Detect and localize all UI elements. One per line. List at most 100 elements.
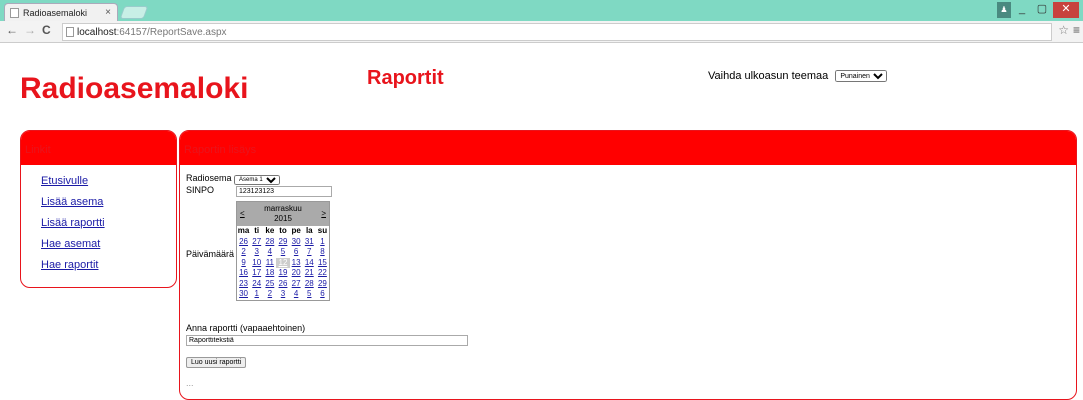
calendar-day[interactable]: 23 bbox=[237, 279, 250, 290]
calendar-day[interactable]: 1 bbox=[316, 237, 329, 248]
sinpo-input[interactable] bbox=[236, 186, 332, 197]
calendar-day[interactable]: 26 bbox=[276, 279, 289, 290]
browser-toolbar: ← → C localhost:64157/ReportSave.aspx ☆ … bbox=[0, 21, 1083, 43]
maximize-button[interactable]: ▢ bbox=[1033, 2, 1051, 18]
calendar-day[interactable]: 29 bbox=[276, 237, 289, 248]
calendar-day[interactable]: 13 bbox=[290, 258, 303, 269]
calendar-day[interactable]: 10 bbox=[250, 258, 263, 269]
calendar-day-name: ma bbox=[237, 226, 250, 235]
create-report-button[interactable]: Luo uusi raportti bbox=[186, 357, 247, 368]
tab-close-icon[interactable]: × bbox=[105, 7, 111, 18]
calendar-day[interactable]: 21 bbox=[303, 268, 316, 279]
calendar-day[interactable]: 8 bbox=[316, 247, 329, 258]
form-footer: ... bbox=[186, 378, 194, 388]
calendar-day[interactable]: 3 bbox=[250, 247, 263, 258]
calendar-day[interactable]: 17 bbox=[250, 268, 263, 279]
calendar-day[interactable]: 28 bbox=[263, 237, 276, 248]
calendar-day[interactable]: 30 bbox=[237, 289, 250, 300]
calendar-day[interactable]: 2 bbox=[237, 247, 250, 258]
calendar-day[interactable]: 6 bbox=[290, 247, 303, 258]
minimize-button[interactable]: _ bbox=[1013, 2, 1031, 18]
calendar-day[interactable]: 26 bbox=[237, 237, 250, 248]
theme-label: Vaihda ulkoasun teemaa bbox=[708, 70, 829, 82]
browser-tab[interactable]: Radioasemaloki × bbox=[4, 3, 118, 21]
calendar-day[interactable]: 5 bbox=[303, 289, 316, 300]
report-form-panel: Raportin lisäys Radiosema Asema 1 SINPO … bbox=[179, 130, 1077, 400]
calendar-day-name: la bbox=[305, 226, 313, 235]
calendar-day[interactable]: 11 bbox=[263, 258, 276, 269]
calendar-day[interactable]: 24 bbox=[250, 279, 263, 290]
calendar-day[interactable]: 5 bbox=[276, 247, 289, 258]
calendar-day[interactable]: 3 bbox=[276, 289, 289, 300]
tab-title: Radioasemaloki bbox=[23, 8, 88, 18]
report-row bbox=[186, 334, 468, 346]
calendar-day-name: ke bbox=[265, 226, 275, 235]
calendar-year: 2015 bbox=[274, 214, 292, 223]
calendar-grid: ma ti ke to pe la su 26 27 28 29 30 31 1 2 3 4 5 6 7 8 9 10 11 1… bbox=[237, 226, 329, 300]
browser-menu-icon[interactable]: ≡ bbox=[1073, 23, 1080, 37]
calendar-day[interactable]: 9 bbox=[237, 258, 250, 269]
calendar-day[interactable]: 4 bbox=[263, 247, 276, 258]
calendar-day[interactable]: 28 bbox=[303, 279, 316, 290]
calendar-day[interactable]: 16 bbox=[237, 268, 250, 279]
sinpo-label: SINPO bbox=[186, 185, 215, 195]
link-hae-raportit[interactable]: Hae raportit bbox=[41, 259, 98, 271]
calendar-day[interactable]: 29 bbox=[316, 279, 329, 290]
theme-switcher: Vaihda ulkoasun teemaa Punainen bbox=[708, 70, 888, 83]
calendar-day[interactable]: 15 bbox=[316, 258, 329, 269]
sinpo-row: SINPO bbox=[186, 185, 332, 197]
user-profile-icon[interactable]: ♟ bbox=[997, 2, 1011, 18]
calendar-prev-link[interactable]: < bbox=[240, 209, 245, 219]
calendar-day[interactable]: 12 bbox=[276, 257, 290, 268]
calendar-day[interactable]: 18 bbox=[263, 268, 276, 279]
calendar-day[interactable]: 6 bbox=[316, 289, 329, 300]
address-bar[interactable]: localhost:64157/ReportSave.aspx bbox=[62, 23, 1052, 41]
forward-arrow-icon[interactable]: → bbox=[24, 23, 36, 37]
link-lisaa-asema[interactable]: Lisää asema bbox=[41, 196, 103, 208]
links-panel: Linkit Etusivulle Lisää asema Lisää rapo… bbox=[20, 130, 177, 288]
calendar-day[interactable]: 2 bbox=[263, 289, 276, 300]
calendar-day[interactable]: 14 bbox=[303, 258, 316, 269]
link-lisaa-raportti[interactable]: Lisää raportti bbox=[41, 217, 105, 229]
calendar-day[interactable]: 4 bbox=[290, 289, 303, 300]
calendar-day[interactable]: 27 bbox=[250, 237, 263, 248]
new-tab-button[interactable] bbox=[119, 6, 149, 19]
calendar-day-name: to bbox=[279, 226, 287, 235]
calendar-day[interactable]: 27 bbox=[290, 279, 303, 290]
calendar-day[interactable]: 19 bbox=[276, 268, 289, 279]
date-label: Päivämäärä bbox=[186, 249, 235, 259]
station-select[interactable]: Asema 1 bbox=[234, 175, 281, 185]
bookmark-star-icon[interactable]: ☆ bbox=[1058, 23, 1069, 37]
calendar-day-name: su bbox=[317, 226, 328, 235]
calendar-day[interactable]: 7 bbox=[303, 247, 316, 258]
links-list: Etusivulle Lisää asema Lisää raportti Ha… bbox=[21, 165, 176, 274]
report-input[interactable] bbox=[186, 335, 468, 346]
link-hae-asemat[interactable]: Hae asemat bbox=[41, 238, 100, 250]
calendar-day[interactable]: 20 bbox=[290, 268, 303, 279]
theme-select[interactable]: Punainen bbox=[835, 70, 888, 83]
site-title: Radioasemaloki bbox=[20, 72, 249, 105]
calendar-day[interactable]: 30 bbox=[290, 237, 303, 248]
page-icon bbox=[66, 27, 74, 37]
calendar-day-name: pe bbox=[291, 226, 301, 235]
page-favicon-icon bbox=[10, 8, 19, 18]
window-controls: ♟ _ ▢ ✕ bbox=[997, 2, 1079, 18]
calendar-header: < marraskuu 2015 > bbox=[237, 202, 329, 226]
form-heading: Raportin lisäys bbox=[180, 131, 1076, 165]
calendar-day[interactable]: 22 bbox=[316, 268, 329, 279]
calendar-month: marraskuu bbox=[264, 204, 302, 213]
report-label: Anna raportti (vapaaehtoinen) bbox=[186, 323, 306, 333]
close-window-button[interactable]: ✕ bbox=[1053, 2, 1079, 18]
url-host: localhost bbox=[77, 27, 117, 38]
calendar-next-link[interactable]: > bbox=[321, 209, 326, 219]
calendar-day[interactable]: 1 bbox=[250, 289, 263, 300]
reload-icon[interactable]: C bbox=[42, 23, 51, 37]
station-row: Radiosema Asema 1 bbox=[186, 173, 281, 185]
calendar-day-name: ti bbox=[254, 226, 260, 235]
back-arrow-icon[interactable]: ← bbox=[6, 23, 18, 37]
link-etusivulle[interactable]: Etusivulle bbox=[41, 175, 88, 187]
calendar-day[interactable]: 31 bbox=[303, 237, 316, 248]
url-path: :64157/ReportSave.aspx bbox=[116, 27, 227, 38]
links-heading: Linkit bbox=[21, 131, 176, 165]
calendar-day[interactable]: 25 bbox=[263, 279, 276, 290]
